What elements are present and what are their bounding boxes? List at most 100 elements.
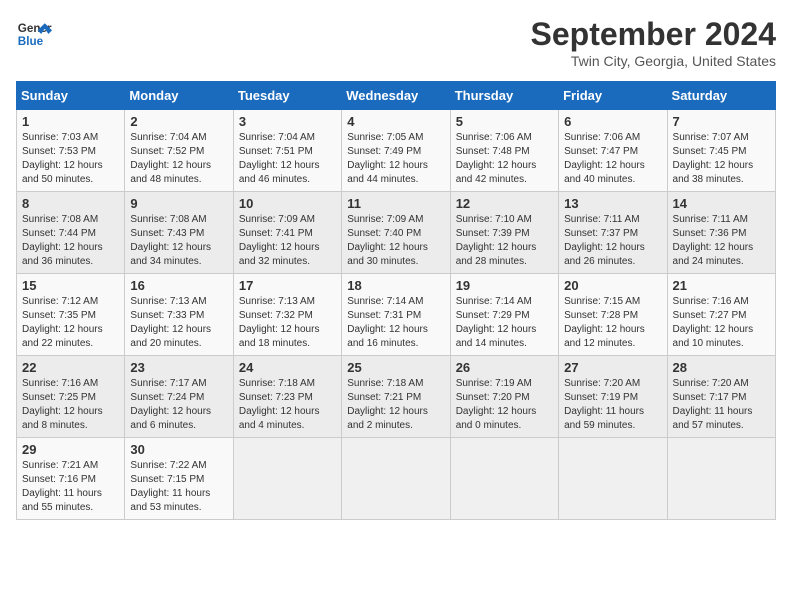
column-header-tuesday: Tuesday [233,82,341,110]
calendar-day-cell: 28 Sunrise: 7:20 AMSunset: 7:17 PMDayligh… [667,356,775,438]
day-info: Sunrise: 7:13 AMSunset: 7:33 PMDaylight:… [130,295,227,351]
calendar-day-cell: 30Sunrise: 7:22 AMSunset: 7:15 PMDayligh… [125,438,233,520]
calendar-day-cell [450,438,558,520]
calendar-day-cell: 26 Sunrise: 7:19 AMSunset: 7:20 PMDayligh… [450,356,558,438]
column-header-wednesday: Wednesday [342,82,450,110]
calendar-day-cell: 24Sunrise: 7:18 AMSunset: 7:23 PMDayligh… [233,356,341,438]
day-info: Sunrise: 7:06 AMSunset: 7:47 PMDaylight:… [564,131,661,187]
calendar-day-cell: 10 Sunrise: 7:09 AMSunset: 7:41 PMDayligh… [233,192,341,274]
calendar-body: 1Sunrise: 7:03 AMSunset: 7:53 PMDaylight… [17,110,776,520]
logo-icon: General Blue [16,16,52,52]
day-info: Sunrise: 7:08 AMSunset: 7:43 PMDaylight:… [130,213,227,269]
day-number: 26 [456,360,553,375]
day-info: Sunrise: 7:03 AMSunset: 7:53 PMDaylight:… [22,131,119,187]
calendar-week-row: 15 Sunrise: 7:12 AMSunset: 7:35 PMDayligh… [17,274,776,356]
calendar-day-cell: 14 Sunrise: 7:11 AMSunset: 7:36 PMDayligh… [667,192,775,274]
calendar-day-cell: 25 Sunrise: 7:18 AMSunset: 7:21 PMDayligh… [342,356,450,438]
day-info: Sunrise: 7:18 AMSunset: 7:21 PMDaylight:… [347,377,444,433]
day-number: 15 [22,278,119,293]
calendar-day-cell: 8Sunrise: 7:08 AMSunset: 7:44 PMDaylight… [17,192,125,274]
calendar-day-cell: 27 Sunrise: 7:20 AMSunset: 7:19 PMDayligh… [559,356,667,438]
day-info: Sunrise: 7:07 AMSunset: 7:45 PMDaylight:… [673,131,770,187]
day-number: 10 [239,196,336,211]
calendar-day-cell: 22 Sunrise: 7:16 AMSunset: 7:25 PMDayligh… [17,356,125,438]
day-number: 4 [347,114,444,129]
day-info: Sunrise: 7:09 AMSunset: 7:41 PMDaylight:… [239,213,336,269]
day-number: 11 [347,196,444,211]
day-info: Sunrise: 7:09 AMSunset: 7:40 PMDaylight:… [347,213,444,269]
day-number: 20 [564,278,661,293]
day-info: Sunrise: 7:16 AMSunset: 7:25 PMDaylight:… [22,377,119,433]
day-info: Sunrise: 7:04 AMSunset: 7:52 PMDaylight:… [130,131,227,187]
day-number: 28 [673,360,770,375]
day-number: 21 [673,278,770,293]
day-info: Sunrise: 7:16 AMSunset: 7:27 PMDaylight:… [673,295,770,351]
day-number: 2 [130,114,227,129]
day-number: 9 [130,196,227,211]
calendar-day-cell: 11 Sunrise: 7:09 AMSunset: 7:40 PMDayligh… [342,192,450,274]
calendar-day-cell: 7 Sunrise: 7:07 AMSunset: 7:45 PMDaylight… [667,110,775,192]
day-number: 16 [130,278,227,293]
day-number: 19 [456,278,553,293]
day-number: 8 [22,196,119,211]
calendar-day-cell: 1Sunrise: 7:03 AMSunset: 7:53 PMDaylight… [17,110,125,192]
day-info: Sunrise: 7:04 AMSunset: 7:51 PMDaylight:… [239,131,336,187]
calendar-day-cell: 23 Sunrise: 7:17 AMSunset: 7:24 PMDayligh… [125,356,233,438]
day-number: 18 [347,278,444,293]
day-number: 3 [239,114,336,129]
calendar-day-cell: 3 Sunrise: 7:04 AMSunset: 7:51 PMDaylight… [233,110,341,192]
title-area: September 2024 Twin City, Georgia, Unite… [531,16,776,69]
calendar-day-cell: 2 Sunrise: 7:04 AMSunset: 7:52 PMDaylight… [125,110,233,192]
day-info: Sunrise: 7:11 AMSunset: 7:37 PMDaylight:… [564,213,661,269]
column-header-monday: Monday [125,82,233,110]
page-title: September 2024 [531,16,776,53]
day-info: Sunrise: 7:22 AMSunset: 7:15 PMDaylight:… [130,459,227,515]
svg-text:Blue: Blue [18,35,44,48]
day-info: Sunrise: 7:06 AMSunset: 7:48 PMDaylight:… [456,131,553,187]
calendar-day-cell: 5 Sunrise: 7:06 AMSunset: 7:48 PMDaylight… [450,110,558,192]
day-number: 7 [673,114,770,129]
day-number: 23 [130,360,227,375]
calendar-day-cell: 20 Sunrise: 7:15 AMSunset: 7:28 PMDayligh… [559,274,667,356]
day-info: Sunrise: 7:19 AMSunset: 7:20 PMDaylight:… [456,377,553,433]
calendar-day-cell [233,438,341,520]
calendar-day-cell: 16 Sunrise: 7:13 AMSunset: 7:33 PMDayligh… [125,274,233,356]
day-number: 17 [239,278,336,293]
day-number: 14 [673,196,770,211]
day-number: 12 [456,196,553,211]
calendar-day-cell: 6 Sunrise: 7:06 AMSunset: 7:47 PMDaylight… [559,110,667,192]
day-info: Sunrise: 7:14 AMSunset: 7:31 PMDaylight:… [347,295,444,351]
calendar-week-row: 1Sunrise: 7:03 AMSunset: 7:53 PMDaylight… [17,110,776,192]
day-info: Sunrise: 7:15 AMSunset: 7:28 PMDaylight:… [564,295,661,351]
day-info: Sunrise: 7:20 AMSunset: 7:19 PMDaylight:… [564,377,661,433]
day-info: Sunrise: 7:17 AMSunset: 7:24 PMDaylight:… [130,377,227,433]
calendar-day-cell: 13 Sunrise: 7:11 AMSunset: 7:37 PMDayligh… [559,192,667,274]
day-info: Sunrise: 7:12 AMSunset: 7:35 PMDaylight:… [22,295,119,351]
calendar-day-cell: 12Sunrise: 7:10 AMSunset: 7:39 PMDayligh… [450,192,558,274]
calendar-day-cell [342,438,450,520]
column-header-saturday: Saturday [667,82,775,110]
day-info: Sunrise: 7:20 AMSunset: 7:17 PMDaylight:… [673,377,770,433]
calendar-day-cell: 29Sunrise: 7:21 AMSunset: 7:16 PMDayligh… [17,438,125,520]
day-number: 27 [564,360,661,375]
day-info: Sunrise: 7:14 AMSunset: 7:29 PMDaylight:… [456,295,553,351]
page-header: General Blue September 2024 Twin City, G… [16,16,776,69]
day-number: 5 [456,114,553,129]
calendar-day-cell [667,438,775,520]
day-info: Sunrise: 7:05 AMSunset: 7:49 PMDaylight:… [347,131,444,187]
day-number: 6 [564,114,661,129]
calendar-week-row: 22 Sunrise: 7:16 AMSunset: 7:25 PMDayligh… [17,356,776,438]
page-subtitle: Twin City, Georgia, United States [531,53,776,69]
calendar-header-row: SundayMondayTuesdayWednesdayThursdayFrid… [17,82,776,110]
calendar-day-cell: 17Sunrise: 7:13 AMSunset: 7:32 PMDayligh… [233,274,341,356]
day-number: 25 [347,360,444,375]
calendar-day-cell: 18 Sunrise: 7:14 AMSunset: 7:31 PMDayligh… [342,274,450,356]
day-info: Sunrise: 7:18 AMSunset: 7:23 PMDaylight:… [239,377,336,433]
column-header-sunday: Sunday [17,82,125,110]
day-info: Sunrise: 7:11 AMSunset: 7:36 PMDaylight:… [673,213,770,269]
day-number: 22 [22,360,119,375]
calendar-table: SundayMondayTuesdayWednesdayThursdayFrid… [16,81,776,520]
calendar-day-cell: 9 Sunrise: 7:08 AMSunset: 7:43 PMDaylight… [125,192,233,274]
calendar-day-cell [559,438,667,520]
day-number: 13 [564,196,661,211]
